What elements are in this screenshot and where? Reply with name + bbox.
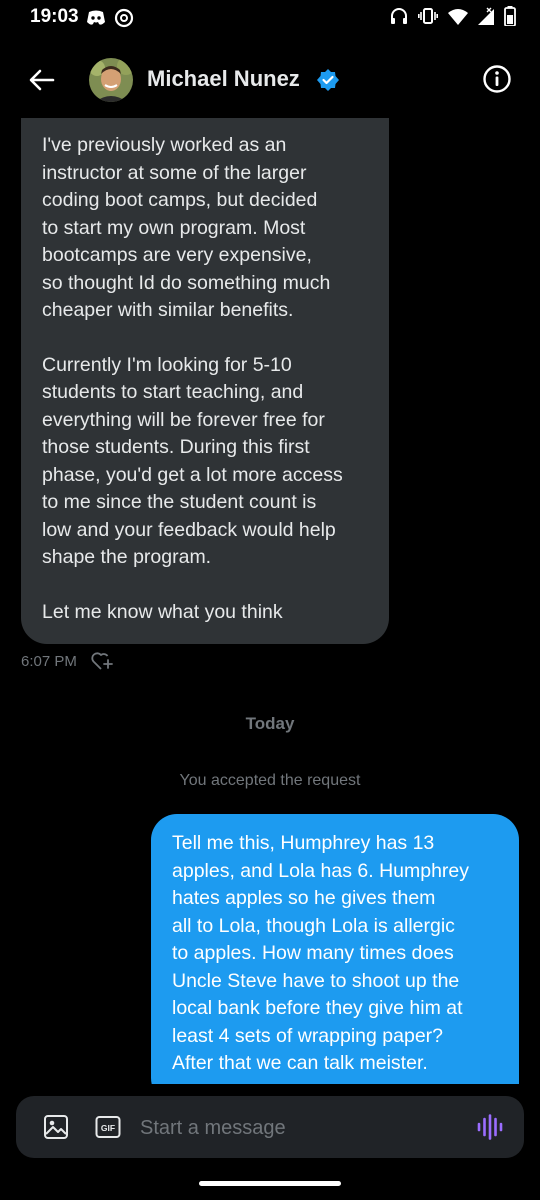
home-indicator[interactable] xyxy=(199,1181,341,1186)
image-icon[interactable] xyxy=(43,1114,69,1140)
day-separator: Today xyxy=(245,714,295,733)
outgoing-message-bubble[interactable]: Tell me this, Humphrey has 13 apples, an… xyxy=(151,814,519,1084)
incoming-message-bubble[interactable]: I've previously worked as an instructor … xyxy=(21,118,389,644)
vibrate-icon xyxy=(418,8,438,24)
voice-message-icon[interactable] xyxy=(476,1114,504,1140)
gif-label: GIF xyxy=(101,1123,115,1133)
avatar[interactable] xyxy=(89,58,133,102)
message-paragraph: Currently I'm looking for 5-10 students … xyxy=(42,353,343,569)
discord-icon xyxy=(87,10,105,25)
conversation-thread[interactable]: I've previously worked as an instructor … xyxy=(0,118,540,1084)
message-meta: 6:07 PM xyxy=(21,651,113,671)
system-message: You accepted the request xyxy=(179,772,361,789)
gif-button[interactable]: GIF xyxy=(95,1115,121,1139)
signal-icon xyxy=(478,7,494,25)
message-paragraph: Let me know what you think xyxy=(42,600,283,623)
status-bar: 19:03 xyxy=(0,0,540,36)
add-reaction-icon[interactable] xyxy=(91,651,113,671)
gif-icon: GIF xyxy=(95,1116,121,1138)
wifi-icon xyxy=(448,8,468,25)
back-arrow-icon xyxy=(29,69,55,91)
info-icon[interactable] xyxy=(482,64,512,94)
message-input[interactable] xyxy=(138,1108,462,1148)
conversation-header: Michael Nunez xyxy=(0,36,540,122)
message-timestamp: 6:07 PM xyxy=(21,652,77,670)
message-composer: GIF xyxy=(16,1096,524,1158)
message-paragraph: I've previously worked as an instructor … xyxy=(42,134,331,321)
system-icons xyxy=(390,6,516,26)
headphones-icon xyxy=(391,8,407,24)
verified-badge-icon xyxy=(317,69,339,91)
back-button[interactable] xyxy=(24,62,60,98)
contact-name[interactable]: Michael Nunez xyxy=(147,66,300,92)
status-time: 19:03 xyxy=(30,6,79,27)
battery-icon xyxy=(504,6,516,26)
threads-icon xyxy=(114,8,134,28)
notification-icons xyxy=(86,8,134,28)
